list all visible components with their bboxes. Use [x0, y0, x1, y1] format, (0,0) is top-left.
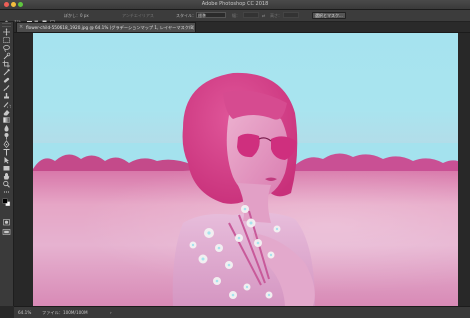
window-title: Adobe Photoshop CC 2018 [201, 1, 269, 7]
status-bar: 64.1% ファイル：100M/100M › [14, 306, 470, 318]
gradient-tool[interactable] [2, 116, 11, 124]
new-selection-icon[interactable] [26, 12, 33, 26]
move-tool[interactable] [2, 28, 11, 36]
quick-mask-icon [3, 219, 10, 226]
anti-alias-checkbox[interactable]: アンチエイリアス [122, 12, 154, 19]
ellipsis-icon [3, 191, 10, 193]
clone-stamp-tool[interactable] [2, 92, 11, 100]
blur-tool[interactable] [2, 124, 11, 132]
document-tab[interactable]: × flower-child-550618_1920.jpg @ 64.1% (… [16, 22, 196, 32]
close-icon[interactable]: × [19, 24, 23, 31]
swap-icon[interactable]: ⇄ [262, 12, 265, 19]
document-tab-bar: × flower-child-550618_1920.jpg @ 64.1% (… [14, 22, 470, 33]
portrait-subject [172, 72, 315, 306]
path-select-tool[interactable] [2, 156, 11, 164]
rectangle-icon [3, 166, 10, 171]
dodge-tool[interactable] [2, 132, 11, 140]
zoom-level[interactable]: 64.1% [18, 309, 31, 316]
hand-tool[interactable] [2, 172, 11, 180]
gradient-icon [3, 117, 10, 123]
history-brush-tool[interactable] [2, 100, 11, 108]
eraser-tool[interactable] [2, 108, 11, 116]
color-swatch-icon [2, 198, 11, 206]
stamp-icon [4, 93, 9, 99]
screen-mode[interactable] [2, 228, 11, 236]
file-info: ファイル：100M/100M [42, 310, 88, 315]
type-icon [3, 149, 10, 156]
arrow-icon [4, 157, 9, 164]
style-label: スタイル： [176, 13, 196, 18]
marquee-icon[interactable] [14, 12, 21, 27]
crop-tool[interactable] [2, 60, 11, 68]
brush-tool[interactable] [2, 84, 11, 92]
options-bar: ぼかし：0 px アンチエイリアス スタイル： 標準 幅： ⇄ 高さ： 選択とマ… [0, 10, 470, 27]
more-tools[interactable] [2, 188, 11, 196]
dodge-icon [4, 133, 9, 140]
toolbar-grip[interactable] [2, 23, 11, 27]
height-label: 高さ： [270, 13, 282, 18]
marquee-tool[interactable] [2, 36, 11, 44]
crop-icon [2, 60, 10, 68]
pen-tool[interactable] [2, 140, 11, 148]
droplet-icon [4, 125, 9, 132]
quick-select-icon [3, 52, 11, 60]
pen-icon [3, 140, 10, 148]
document-tab-label: flower-child-550618_1920.jpg @ 64.1% (グラ… [26, 25, 194, 30]
quick-mask[interactable] [2, 218, 11, 226]
eyedropper-icon [3, 69, 10, 76]
lasso-icon [3, 45, 10, 52]
screen-mode-icon [2, 229, 11, 235]
height-field[interactable] [283, 12, 299, 18]
width-field[interactable] [243, 12, 259, 18]
eraser-icon [3, 110, 10, 116]
quick-select-tool[interactable] [2, 52, 11, 60]
document-canvas[interactable] [33, 33, 458, 306]
type-tool[interactable] [2, 148, 11, 156]
feather-label[interactable]: ぼかし：0 px [64, 12, 89, 19]
status-menu-arrow[interactable]: › [110, 309, 112, 316]
subtract-selection-icon[interactable] [42, 12, 49, 27]
tools-panel [0, 22, 14, 306]
magnifier-icon [3, 180, 10, 188]
add-selection-icon[interactable] [34, 12, 41, 27]
healing-tool[interactable] [2, 76, 11, 84]
style-select[interactable]: 標準 [196, 12, 226, 18]
bandage-icon [3, 77, 10, 83]
history-brush-icon [3, 102, 11, 108]
title-bar: Adobe Photoshop CC 2018 [0, 0, 470, 10]
color-swatches[interactable] [2, 198, 11, 206]
intersect-selection-icon[interactable] [50, 12, 57, 27]
canvas-area[interactable] [14, 33, 470, 306]
move-icon [3, 28, 10, 36]
rect-marquee-icon [3, 37, 10, 43]
shape-tool[interactable] [2, 164, 11, 172]
brush-icon [3, 85, 10, 92]
width-label: 幅： [232, 13, 240, 18]
home-icon[interactable] [3, 12, 10, 27]
hand-icon [3, 173, 10, 180]
eyedropper-tool[interactable] [2, 68, 11, 76]
lasso-tool[interactable] [2, 44, 11, 52]
zoom-tool[interactable] [2, 180, 11, 188]
select-and-mask-button[interactable]: 選択とマスク... [312, 12, 346, 19]
